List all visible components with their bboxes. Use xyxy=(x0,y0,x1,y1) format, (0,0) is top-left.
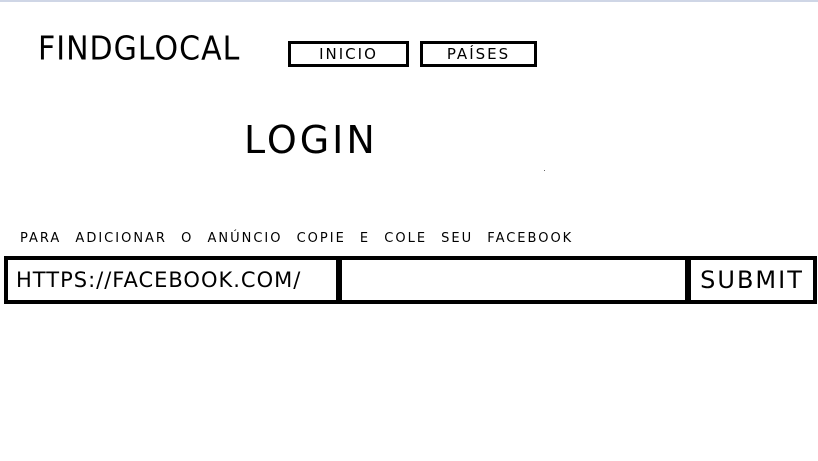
nav-paises-button[interactable]: PAÍSES xyxy=(420,41,537,67)
stray-dot xyxy=(544,170,545,171)
instruction-text: PARA ADICIONAR O ANÚNCIO COPIE E COLE SE… xyxy=(20,231,574,246)
facebook-url-form: HTTPS://FACEBOOK.COM/ SUBMIT xyxy=(4,256,817,304)
window-top-border xyxy=(0,0,818,2)
site-logo: FINDGLOCAL xyxy=(38,30,241,69)
submit-button[interactable]: SUBMIT xyxy=(685,260,813,300)
nav-inicio-button[interactable]: INICIO xyxy=(288,41,409,67)
url-prefix-label: HTTPS://FACEBOOK.COM/ xyxy=(8,260,342,300)
page-title: LOGIN xyxy=(244,118,378,162)
facebook-username-input[interactable] xyxy=(342,260,685,300)
